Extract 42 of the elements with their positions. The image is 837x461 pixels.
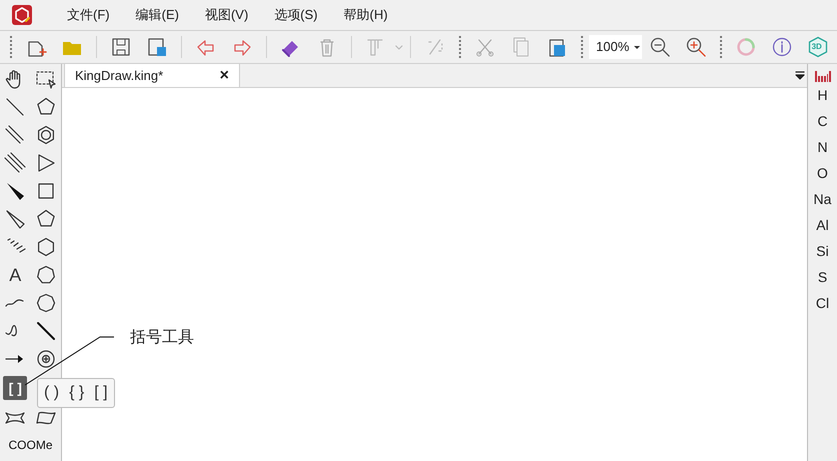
bracket-tool-button[interactable]: [ ] [3,376,28,400]
zoom-in-icon[interactable] [685,36,708,58]
info-icon[interactable] [771,36,794,58]
element-button[interactable]: H [817,82,828,108]
save-icon[interactable] [110,36,132,58]
bracket-option[interactable]: ( ) [44,381,60,405]
save-as-icon[interactable] [146,36,168,58]
menu-item[interactable]: 选项(S) [266,5,326,25]
element-button[interactable]: Al [816,212,829,238]
wedge-icon[interactable] [4,180,26,202]
element-button[interactable]: O [817,160,828,186]
element-button[interactable]: N [817,134,828,160]
triple-line-icon[interactable] [4,152,26,174]
menu-item[interactable]: 编辑(E) [128,5,187,25]
tab-list-icon[interactable] [795,70,805,80]
element-button[interactable]: Na [814,186,832,212]
menu-item[interactable]: 文件(F) [59,5,118,25]
element-button[interactable]: Cl [816,290,830,316]
bracket-option[interactable]: { } [69,381,84,405]
bracket-option[interactable]: [ ] [94,381,108,405]
group-tool-button[interactable]: COOMe [8,436,52,454]
text-tool[interactable]: A [9,264,22,286]
app-logo-icon [11,4,33,26]
charge-circle-icon[interactable] [34,348,57,370]
element-button[interactable]: S [818,264,828,290]
color-ring-icon[interactable] [735,36,758,58]
element-button[interactable]: C [817,108,828,134]
menu-item[interactable]: 帮助(H) [336,5,396,25]
callout-label: 括号工具 [130,328,194,348]
close-button[interactable]: × [220,64,229,88]
element-button[interactable]: Si [816,238,829,264]
zoom-out-icon[interactable] [649,36,672,58]
thick-line-icon[interactable] [34,320,57,342]
double-line-icon[interactable] [4,124,26,146]
octagon-icon[interactable] [34,292,57,314]
document-tab[interactable]: KingDraw.king* × [64,63,240,87]
heptagon-icon[interactable] [34,264,57,286]
menu-item[interactable]: 视图(V) [196,5,256,25]
periodic-table-icon[interactable] [814,70,832,82]
hollow-wedge-icon[interactable] [4,208,26,230]
zoom-field[interactable]: 100% [589,35,642,59]
line-icon[interactable] [4,96,26,118]
